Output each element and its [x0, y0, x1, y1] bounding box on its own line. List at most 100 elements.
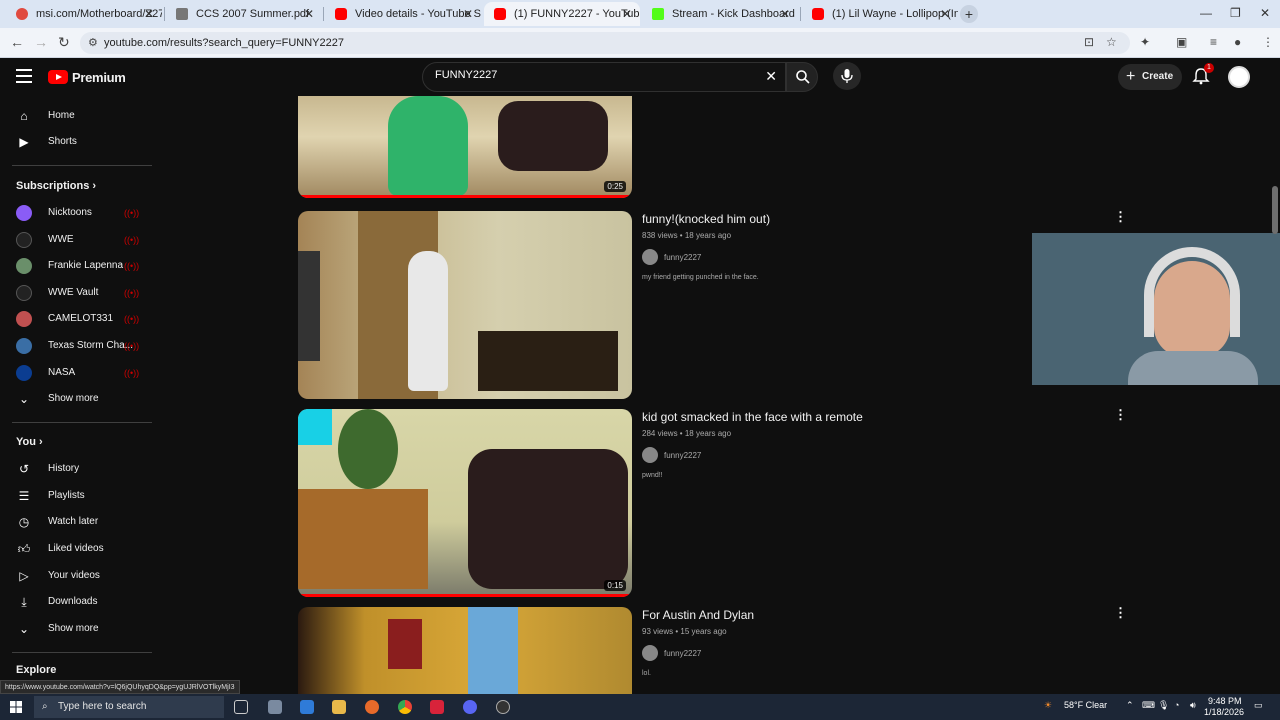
- windows-start-icon[interactable]: [10, 701, 22, 713]
- voice-search-button[interactable]: [833, 62, 861, 90]
- video-thumbnail[interactable]: [298, 211, 632, 399]
- forward-icon[interactable]: →: [34, 34, 48, 50]
- file-explorer-icon[interactable]: [332, 700, 346, 714]
- reading-list-icon[interactable]: ≡: [1210, 35, 1217, 49]
- hamburger-menu-icon[interactable]: [16, 69, 32, 83]
- tab-favicon-icon: [176, 8, 188, 20]
- notifications-icon[interactable]: ▭: [1254, 700, 1263, 711]
- wifi-icon[interactable]: ◔: [1174, 700, 1179, 710]
- more-options-icon[interactable]: ⋮: [1114, 407, 1127, 423]
- install-app-icon[interactable]: ⊡: [1084, 35, 1094, 49]
- minimize-icon[interactable]: —: [1200, 6, 1212, 20]
- profile-icon[interactable]: ●: [1234, 35, 1241, 49]
- sidebar-item-shorts[interactable]: ▶ Shorts: [0, 129, 154, 155]
- microphone-icon[interactable]: 🎙︎: [1158, 700, 1169, 711]
- show-more-subscriptions[interactable]: ⌄ Show more: [0, 386, 154, 412]
- close-window-icon[interactable]: ✕: [1260, 6, 1270, 20]
- address-bar[interactable]: ⚙ youtube.com/results?search_query=FUNNY…: [80, 32, 1130, 54]
- search-icon: ⌕: [42, 701, 48, 712]
- show-more-you[interactable]: ⌄ Show more: [0, 616, 154, 642]
- clear-search-icon[interactable]: ✕: [765, 68, 777, 85]
- close-tab-icon[interactable]: ✕: [463, 2, 473, 26]
- app-icon[interactable]: [430, 700, 444, 714]
- chrome-icon[interactable]: [398, 700, 412, 714]
- thumbnail-curtain: [468, 607, 518, 697]
- video-title[interactable]: For Austin And Dylan: [642, 608, 1022, 622]
- sidebar-item-downloads[interactable]: ⤓ Downloads: [0, 589, 154, 615]
- sidebar-item-liked-videos[interactable]: 👍︎ Liked videos: [0, 536, 154, 562]
- create-button[interactable]: + Create: [1118, 64, 1182, 90]
- browser-tab-active[interactable]: (1) FUNNY2227 - YouTube ✕: [484, 2, 640, 26]
- channel-link[interactable]: funny2227: [642, 249, 1022, 265]
- sidebar-item-watch-later[interactable]: ◷ Watch later: [0, 509, 154, 535]
- close-tab-icon[interactable]: ✕: [940, 2, 950, 26]
- search-input[interactable]: [435, 69, 735, 81]
- live-indicator-icon: ((•)): [124, 208, 140, 218]
- split-view-icon[interactable]: ▣: [1176, 35, 1187, 49]
- network-icon[interactable]: ⌨: [1142, 700, 1155, 711]
- clock-time[interactable]: 9:48 PM: [1208, 696, 1242, 706]
- site-info-icon[interactable]: ⚙: [88, 36, 98, 49]
- video-thumbnail[interactable]: [298, 607, 632, 697]
- more-options-icon[interactable]: ⋮: [1114, 209, 1127, 225]
- chevron-down-icon: ⌄: [18, 622, 30, 636]
- close-tab-icon[interactable]: ✕: [304, 2, 314, 26]
- obs-icon[interactable]: [496, 700, 510, 714]
- video-thumbnail[interactable]: 0:15: [298, 409, 632, 597]
- extensions-icon[interactable]: ✦: [1140, 35, 1150, 49]
- new-tab-button[interactable]: +: [960, 5, 978, 23]
- page-scrollbar[interactable]: [1272, 186, 1278, 234]
- video-meta: 838 views • 18 years ago: [642, 231, 732, 240]
- discord-icon[interactable]: [463, 700, 477, 714]
- sidebar-item-label: WWE Vault: [48, 287, 99, 298]
- kick-favicon-icon: [652, 8, 664, 20]
- browser-tab[interactable]: CCS 2007 Summer.pdf ✕: [166, 2, 322, 26]
- tray-chevron-up-icon[interactable]: ⌃: [1126, 700, 1134, 711]
- close-tab-icon[interactable]: ✕: [780, 2, 790, 26]
- taskbar-search-input[interactable]: ⌕ Type here to search: [34, 696, 224, 718]
- close-tab-icon[interactable]: ✕: [622, 2, 632, 26]
- close-tab-icon[interactable]: ✕: [144, 2, 154, 26]
- sidebar-item-subscription[interactable]: WWE Vault ((•)): [0, 280, 154, 306]
- video-title[interactable]: funny!(knocked him out): [642, 212, 1022, 226]
- task-view-icon[interactable]: [234, 700, 248, 714]
- restore-icon[interactable]: ❐: [1230, 6, 1241, 20]
- notifications-button[interactable]: 1: [1192, 63, 1214, 87]
- app-icon[interactable]: [365, 700, 379, 714]
- sidebar-item-your-videos[interactable]: ▷ Your videos: [0, 563, 154, 589]
- account-avatar[interactable]: [1228, 66, 1250, 88]
- channel-link[interactable]: funny2227: [642, 645, 1022, 661]
- store-icon[interactable]: [300, 700, 314, 714]
- video-title[interactable]: kid got smacked in the face with a remot…: [642, 410, 1022, 424]
- channel-link[interactable]: funny2227: [642, 447, 1022, 463]
- video-thumbnail[interactable]: 0:25: [298, 96, 632, 198]
- sidebar-item-subscription[interactable]: CAMELOT331 ((•)): [0, 306, 154, 332]
- volume-icon[interactable]: 🔊︎: [1190, 700, 1196, 711]
- browser-menu-icon[interactable]: ⋮: [1262, 35, 1274, 49]
- you-heading[interactable]: You ›: [16, 436, 43, 448]
- sidebar-item-playlists[interactable]: ☰ Playlists: [0, 483, 154, 509]
- reload-icon[interactable]: ↻: [58, 34, 70, 51]
- subscriptions-heading[interactable]: Subscriptions ›: [16, 180, 96, 192]
- sidebar-item-subscription[interactable]: WWE ((•)): [0, 227, 154, 253]
- app-icon[interactable]: [268, 700, 282, 714]
- weather-icon: ☀: [1044, 700, 1053, 710]
- weather-text[interactable]: 58°F Clear: [1064, 700, 1107, 710]
- sidebar: ⌂ Home ▶ Shorts Subscriptions › Nicktoon…: [0, 96, 154, 696]
- sidebar-item-home[interactable]: ⌂ Home: [0, 103, 154, 129]
- more-options-icon[interactable]: ⋮: [1114, 605, 1127, 621]
- youtube-premium-logo[interactable]: Premium: [48, 69, 126, 85]
- browser-tab[interactable]: (1) Lil Wayne - Lollipop (Instru ✕: [802, 2, 958, 26]
- clock-date[interactable]: 1/18/2026: [1204, 707, 1244, 717]
- sidebar-item-subscription[interactable]: Texas Storm Cha... ((•)): [0, 333, 154, 359]
- browser-tab[interactable]: Video details - YouTube Studio ✕: [325, 2, 481, 26]
- sidebar-item-subscription[interactable]: Frankie Lapenna ((•)): [0, 253, 154, 279]
- search-button[interactable]: [786, 62, 818, 92]
- browser-tab[interactable]: Stream - Kick Dashboard ✕: [642, 2, 798, 26]
- sidebar-item-subscription[interactable]: Nicktoons ((•)): [0, 200, 154, 226]
- sidebar-item-history[interactable]: ↺ History: [0, 456, 154, 482]
- bookmark-star-icon[interactable]: ☆: [1106, 35, 1117, 49]
- sidebar-item-subscription[interactable]: NASA ((•)): [0, 360, 154, 386]
- browser-tab[interactable]: msi.com/Motherboard/Z270-A ✕: [6, 2, 162, 26]
- back-icon[interactable]: ←: [10, 34, 24, 50]
